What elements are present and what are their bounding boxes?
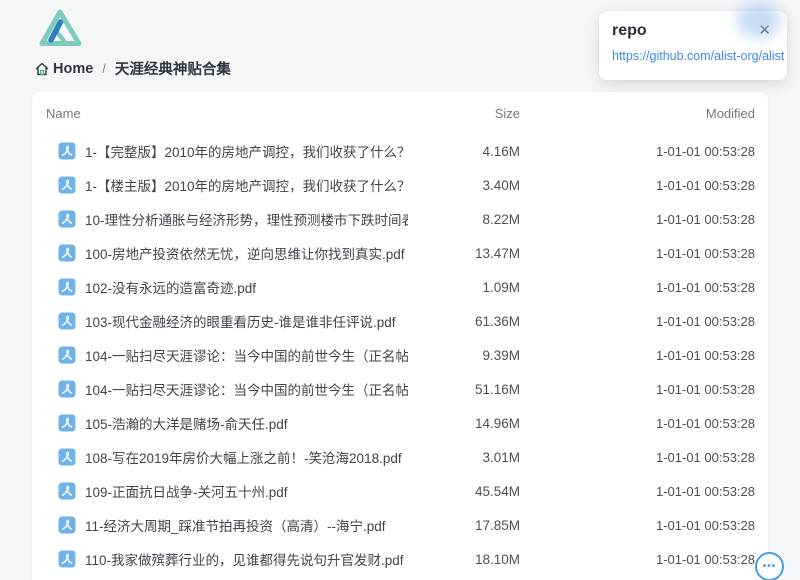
file-size: 3.40M <box>408 178 520 193</box>
file-size: 8.22M <box>408 212 520 227</box>
file-name: 109-正面抗日战争-关河五十州.pdf <box>85 481 288 501</box>
file-name: 105-浩瀚的大洋是赌场-俞天任.pdf <box>85 413 288 433</box>
file-row[interactable]: 1-【楼主版】2010年的房地产调控，我们收获了什么？写... 3.40M 1-… <box>32 168 768 202</box>
file-size: 9.39M <box>408 348 520 363</box>
pdf-file-icon <box>58 550 76 568</box>
file-modified: 1-01-01 00:53:28 <box>520 382 755 397</box>
file-row[interactable]: 102-没有永远的造富奇迹.pdf 1.09M 1-01-01 00:53:28 <box>32 270 768 304</box>
breadcrumb-separator: / <box>102 61 106 76</box>
ellipsis-icon: ••• <box>763 561 777 572</box>
file-row[interactable]: 110-我家做殡葬行业的，见谁都得先说句升官发财.pdf 18.10M 1-01… <box>32 542 768 576</box>
file-row[interactable]: 105-浩瀚的大洋是赌场-俞天任.pdf 14.96M 1-01-01 00:5… <box>32 406 768 440</box>
file-row[interactable]: 1-【完整版】2010年的房地产调控，我们收获了什么？写... 4.16M 1-… <box>32 134 768 168</box>
file-size: 3.01M <box>408 450 520 465</box>
file-table-card: Name Size Modified 1-【完整版】2010年的房地产调控，我们… <box>32 92 768 580</box>
pdf-file-icon <box>58 142 76 160</box>
breadcrumb-home-label: Home <box>53 61 93 77</box>
table-header-row: Name Size Modified <box>32 92 768 134</box>
column-header-size[interactable]: Size <box>408 106 520 121</box>
file-size: 18.10M <box>408 552 520 567</box>
file-modified: 1-01-01 00:53:28 <box>520 314 755 329</box>
alist-logo-icon <box>36 7 84 49</box>
file-row[interactable]: 10-理性分析通胀与经济形势，理性预测楼市下跌时间表-... 8.22M 1-0… <box>32 202 768 236</box>
file-modified: 1-01-01 00:53:28 <box>520 212 755 227</box>
pdf-file-icon <box>58 380 76 398</box>
file-name: 110-我家做殡葬行业的，见谁都得先说句升官发财.pdf <box>85 549 404 569</box>
pdf-file-icon <box>58 516 76 534</box>
pdf-file-icon <box>58 176 76 194</box>
file-name: 10-理性分析通胀与经济形势，理性预测楼市下跌时间表-... <box>85 209 408 229</box>
pdf-file-icon <box>58 414 76 432</box>
breadcrumb: Home / 天涯经典神贴合集 <box>34 58 231 79</box>
file-row[interactable]: 108-写在2019年房价大幅上涨之前！-笑沧海2018.pdf 3.01M 1… <box>32 440 768 474</box>
pdf-file-icon <box>58 312 76 330</box>
file-row[interactable]: 104-一贴扫尽天涯谬论：当今中国的前世今生（正名帖）-... 51.16M 1… <box>32 372 768 406</box>
home-icon <box>34 61 50 77</box>
close-icon[interactable]: ✕ <box>754 21 775 40</box>
repo-popup: repo ✕ https://github.com/alist-org/alis… <box>599 11 787 80</box>
file-size: 1.09M <box>408 280 520 295</box>
file-modified: 1-01-01 00:53:28 <box>520 280 755 295</box>
file-modified: 1-01-01 00:53:28 <box>520 518 755 533</box>
file-modified: 1-01-01 00:53:28 <box>520 450 755 465</box>
file-modified: 1-01-01 00:53:28 <box>520 416 755 431</box>
file-size: 45.54M <box>408 484 520 499</box>
file-row[interactable]: 100-房地产投资依然无忧，逆向思维让你找到真实.pdf 13.47M 1-01… <box>32 236 768 270</box>
file-name: 100-房地产投资依然无忧，逆向思维让你找到真实.pdf <box>85 243 405 263</box>
pdf-file-icon <box>58 210 76 228</box>
file-size: 14.96M <box>408 416 520 431</box>
breadcrumb-home[interactable]: Home <box>34 61 93 77</box>
file-row[interactable]: 104-一贴扫尽天涯谬论：当今中国的前世今生（正名帖）-... 9.39M 1-… <box>32 338 768 372</box>
file-name: 1-【楼主版】2010年的房地产调控，我们收获了什么？写... <box>85 175 408 195</box>
file-list: 1-【完整版】2010年的房地产调控，我们收获了什么？写... 4.16M 1-… <box>32 134 768 576</box>
file-name: 1-【完整版】2010年的房地产调控，我们收获了什么？写... <box>85 141 408 161</box>
file-size: 61.36M <box>408 314 520 329</box>
pdf-file-icon <box>58 346 76 364</box>
column-header-modified[interactable]: Modified <box>520 106 755 121</box>
repo-popup-title: repo <box>612 22 647 40</box>
file-modified: 1-01-01 00:53:28 <box>520 144 755 159</box>
file-size: 4.16M <box>408 144 520 159</box>
file-name: 103-现代金融经济的眼重看历史-谁是谁非任评说.pdf <box>85 311 396 331</box>
file-name: 104-一贴扫尽天涯谬论：当今中国的前世今生（正名帖）-... <box>85 379 408 399</box>
pdf-file-icon <box>58 278 76 296</box>
pdf-file-icon <box>58 448 76 466</box>
file-size: 17.85M <box>408 518 520 533</box>
file-modified: 1-01-01 00:53:28 <box>520 552 755 567</box>
file-modified: 1-01-01 00:53:28 <box>520 348 755 363</box>
file-size: 13.47M <box>408 246 520 261</box>
breadcrumb-current-folder[interactable]: 天涯经典神贴合集 <box>115 58 231 79</box>
file-name: 108-写在2019年房价大幅上涨之前！-笑沧海2018.pdf <box>85 447 402 467</box>
file-modified: 1-01-01 00:53:28 <box>520 484 755 499</box>
pdf-file-icon <box>58 482 76 500</box>
file-name: 104-一贴扫尽天涯谬论：当今中国的前世今生（正名帖）-... <box>85 345 408 365</box>
file-modified: 1-01-01 00:53:28 <box>520 246 755 261</box>
file-name: 11-经济大周期_踩准节拍再投资（高清）--海宁.pdf <box>85 515 386 535</box>
alist-logo[interactable] <box>36 7 84 49</box>
file-row[interactable]: 103-现代金融经济的眼重看历史-谁是谁非任评说.pdf 61.36M 1-01… <box>32 304 768 338</box>
pdf-file-icon <box>58 244 76 262</box>
file-size: 51.16M <box>408 382 520 397</box>
repo-link[interactable]: https://github.com/alist-org/alist <box>612 49 775 63</box>
file-row[interactable]: 109-正面抗日战争-关河五十州.pdf 45.54M 1-01-01 00:5… <box>32 474 768 508</box>
file-name: 102-没有永远的造富奇迹.pdf <box>85 277 256 297</box>
column-header-name[interactable]: Name <box>46 106 408 121</box>
file-modified: 1-01-01 00:53:28 <box>520 178 755 193</box>
more-actions-button[interactable]: ••• <box>755 552 784 580</box>
file-row[interactable]: 11-经济大周期_踩准节拍再投资（高清）--海宁.pdf 17.85M 1-01… <box>32 508 768 542</box>
